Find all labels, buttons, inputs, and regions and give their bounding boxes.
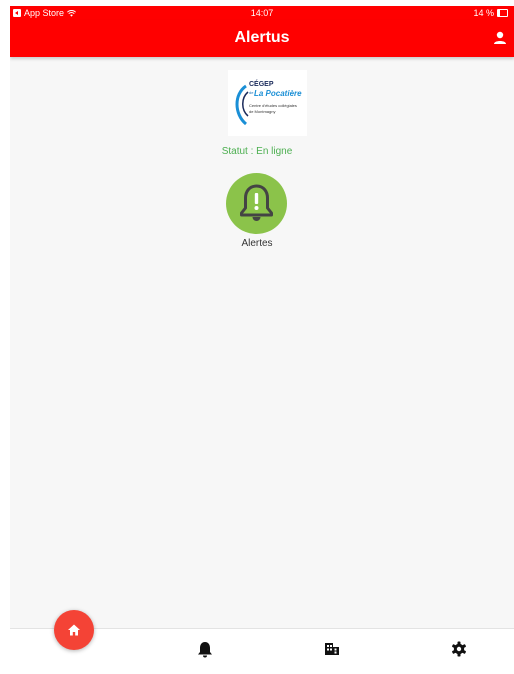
logo-text-la-pocatiere: La Pocatière [254,89,302,98]
college-logo: CÉGEP de La Pocatière Centre d'études co… [228,70,307,136]
bell-alert-icon [240,184,273,221]
clock: 14:07 [250,8,274,18]
app-title: Alertus [234,29,290,46]
alerts-label: Alertes [241,238,273,249]
alerts-button[interactable] [226,173,287,234]
logo-text-cegep: CÉGEP [249,81,274,88]
home-button[interactable] [54,610,94,650]
battery-percent: 14 % [473,8,494,18]
connection-status: Statut : En ligne [221,146,293,157]
user-icon[interactable] [492,30,508,46]
building-icon[interactable] [322,639,342,659]
nav-bar: Alertus [10,20,514,57]
battery-icon [497,9,508,17]
logo-text-de: de [249,90,254,95]
bell-icon[interactable] [195,639,215,659]
gear-icon[interactable] [449,639,469,659]
logo-text-centre: Centre d'études collégiales [249,103,297,108]
logo-text-montmagny: de Montmagny [249,109,276,114]
battery-indicator: 14 % [473,8,508,18]
home-icon [68,624,80,636]
status-bar: App Store 14:07 14 % [10,6,514,20]
app-screen: App Store 14:07 14 % Alertus CÉGEP de La… [10,6,514,673]
